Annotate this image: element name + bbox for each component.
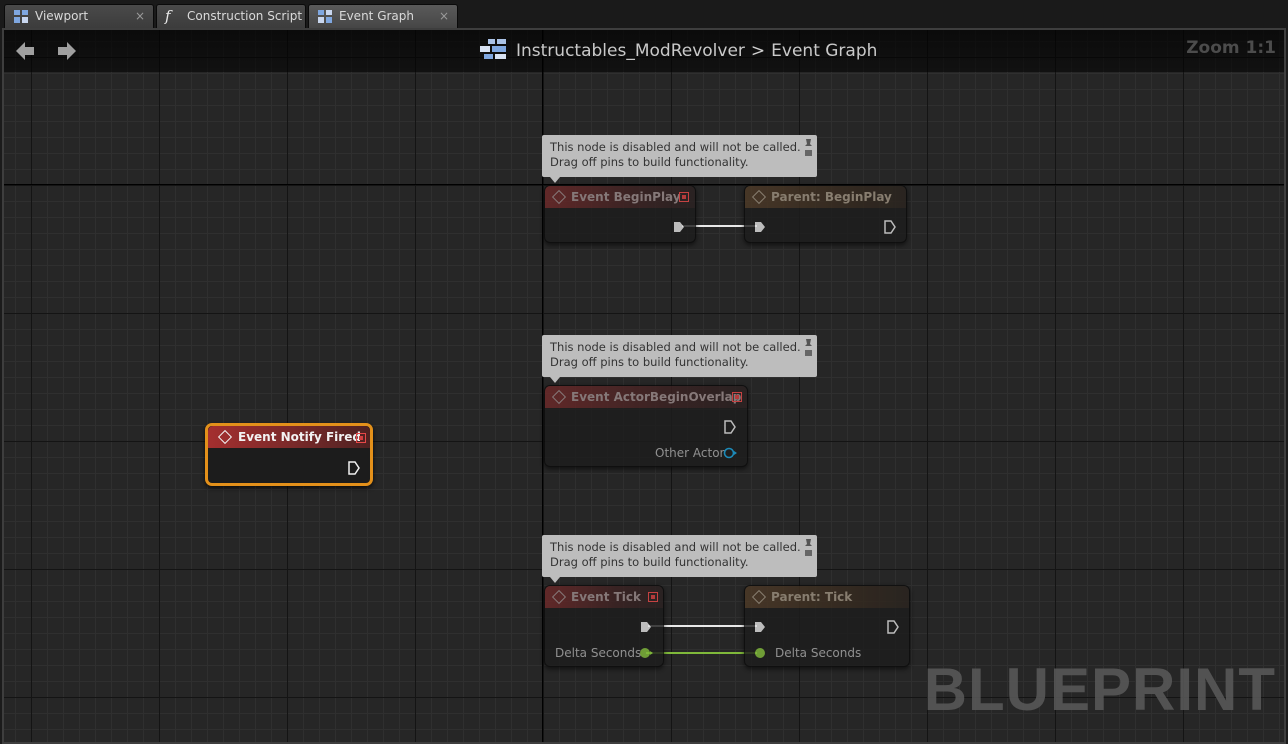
object-pin-icon[interactable] — [722, 446, 738, 460]
node-title: Event ActorBeginOverlap — [571, 390, 742, 404]
float-pin-icon[interactable] — [638, 646, 654, 660]
node-header: Event BeginPlay — [545, 186, 695, 208]
tab-bar: Viewport × f Construction Script Event G… — [0, 0, 1288, 28]
function-icon: f — [165, 7, 171, 25]
exec-out-pin-icon[interactable] — [347, 460, 361, 476]
node-header: Event Notify Fired — [208, 426, 370, 448]
close-icon[interactable]: × — [135, 5, 145, 28]
graph-header: Instructables_ModRevolver > Event Graph Zo… — [4, 30, 1284, 72]
breadcrumb: Instructables_ModRevolver > Event Graph — [480, 39, 877, 63]
disabled-comment: This node is disabled and will not be ca… — [542, 135, 817, 183]
breadcrumb-separator: > — [750, 41, 766, 61]
tab-event-graph[interactable]: Event Graph × — [308, 4, 458, 28]
delegate-pin-icon[interactable] — [356, 433, 366, 443]
comment-line-2: Drag off pins to build functionality. — [550, 555, 749, 569]
graph-canvas[interactable]: Instructables_ModRevolver > Event Graph Zo… — [2, 28, 1286, 744]
node-title: Parent: BeginPlay — [771, 190, 892, 204]
exec-in-pin-icon[interactable] — [753, 620, 767, 634]
event-diamond-icon — [551, 589, 567, 605]
event-actorbeginoverlap-node[interactable]: Event ActorBeginOverlap Other Actor — [544, 385, 748, 467]
node-header: Event ActorBeginOverlap — [545, 386, 747, 408]
float-pin-icon[interactable] — [753, 646, 769, 660]
event-beginplay-node[interactable]: Event BeginPlay — [544, 185, 696, 243]
blueprint-icon — [480, 39, 506, 59]
node-header: Parent: Tick — [745, 586, 909, 608]
breadcrumb-current: Event Graph — [771, 41, 878, 61]
forward-arrow-icon[interactable] — [56, 40, 78, 62]
pin-label-delta-seconds: Delta Seconds — [555, 646, 642, 660]
breadcrumb-root[interactable]: Instructables_ModRevolver — [516, 41, 745, 61]
delegate-pin-icon[interactable] — [679, 192, 689, 202]
viewport-icon — [14, 10, 28, 23]
exec-in-pin-icon[interactable] — [753, 220, 767, 234]
node-header: Event Tick — [545, 586, 663, 608]
event-tick-node[interactable]: Event Tick Delta Seconds — [544, 585, 664, 667]
delegate-pin-icon[interactable] — [732, 392, 742, 402]
node-title: Event Notify Fired — [238, 430, 361, 444]
pin-label-delta-seconds: Delta Seconds — [775, 646, 862, 660]
function-diamond-icon — [751, 589, 767, 605]
node-title: Parent: Tick — [771, 590, 853, 604]
close-icon[interactable]: × — [439, 5, 449, 28]
parent-tick-node[interactable]: Parent: Tick Delta Seconds — [744, 585, 910, 667]
comment-line-2: Drag off pins to build functionality. — [550, 355, 749, 369]
pin-icon[interactable] — [804, 138, 813, 158]
comment-line-1: This node is disabled and will not be ca… — [550, 540, 801, 554]
event-diamond-icon — [551, 389, 567, 405]
tab-label: Event Graph — [339, 9, 414, 23]
disabled-comment: This node is disabled and will not be ca… — [542, 335, 817, 383]
event-diamond-icon — [551, 189, 567, 205]
pin-label-other-actor: Other Actor — [655, 446, 725, 460]
exec-out-pin-icon[interactable] — [723, 419, 737, 435]
comment-line-1: This node is disabled and will not be ca… — [550, 340, 801, 354]
blueprint-watermark: BLUEPRINT — [923, 656, 1276, 723]
tab-label: Construction Script — [187, 9, 303, 23]
disabled-comment: This node is disabled and will not be ca… — [542, 535, 817, 583]
event-diamond-icon — [217, 429, 233, 445]
node-title: Event BeginPlay — [571, 190, 681, 204]
delegate-pin-icon[interactable] — [648, 592, 658, 602]
exec-out-pin-icon[interactable] — [886, 619, 900, 635]
comment-line-1: This node is disabled and will not be ca… — [550, 140, 801, 154]
zoom-level: Zoom 1:1 — [1186, 38, 1276, 58]
parent-beginplay-node[interactable]: Parent: BeginPlay — [744, 185, 907, 243]
comment-line-2: Drag off pins to build functionality. — [550, 155, 749, 169]
tab-viewport[interactable]: Viewport × — [4, 4, 154, 28]
function-diamond-icon — [751, 189, 767, 205]
exec-out-pin-icon[interactable] — [883, 219, 897, 235]
exec-out-pin-icon[interactable] — [639, 620, 653, 634]
exec-out-pin-icon[interactable] — [672, 220, 686, 234]
event-notify-fired-node[interactable]: Event Notify Fired — [205, 423, 373, 486]
node-header: Parent: BeginPlay — [745, 186, 906, 208]
tab-label: Viewport — [35, 9, 89, 23]
node-title: Event Tick — [571, 590, 642, 604]
pin-icon[interactable] — [804, 338, 813, 358]
pin-icon[interactable] — [804, 538, 813, 558]
tab-construction-script[interactable]: f Construction Script — [156, 4, 306, 28]
back-arrow-icon[interactable] — [14, 40, 36, 62]
event-graph-icon — [318, 10, 332, 23]
